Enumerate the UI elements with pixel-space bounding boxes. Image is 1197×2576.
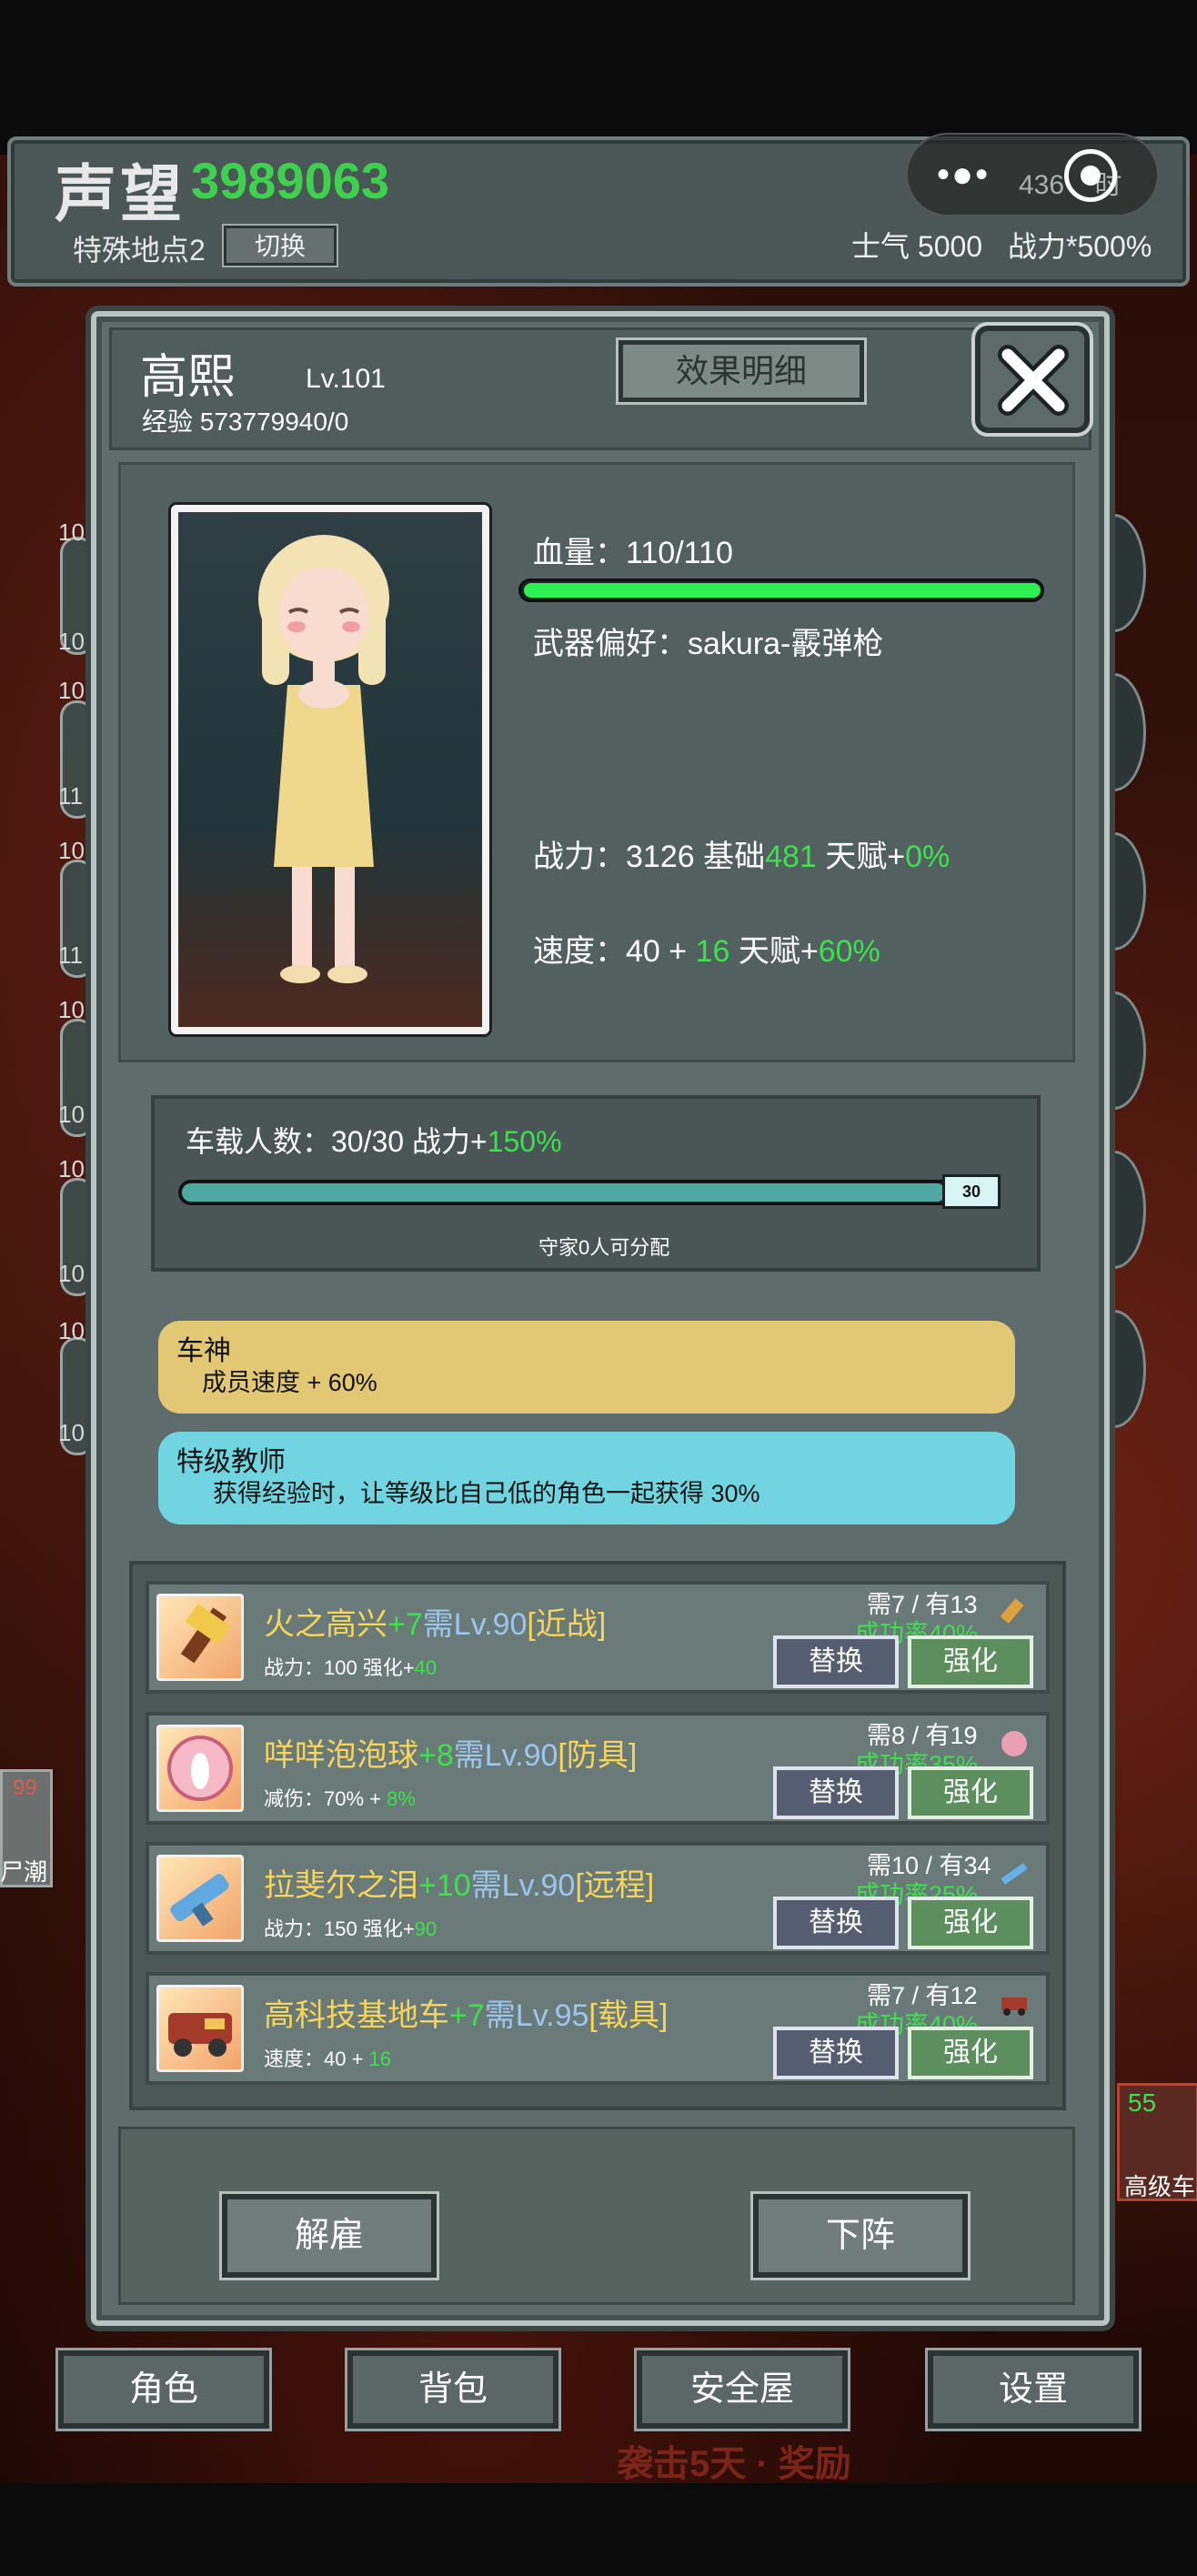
home-guard-note: 守家0人可分配	[538, 1236, 670, 1259]
equipment-name: 咩咩泡泡球+8需Lv.90[防具]	[264, 1738, 638, 1773]
prestige-value: 3989063	[191, 152, 390, 209]
equipment-stat: 战力：100 强化+40	[264, 1656, 438, 1679]
remove-from-team-button[interactable]: 下阵	[750, 2191, 971, 2280]
hammer-icon	[156, 1594, 244, 1681]
hp-bar-fill	[524, 583, 1041, 598]
side-level: 10	[58, 677, 85, 704]
equipment-stat: 战力：150 强化+90	[264, 1917, 438, 1940]
upgrade-button[interactable]: 强化	[908, 1766, 1033, 1819]
side-level: 10	[58, 996, 85, 1023]
vehicle-card-label: 高级车	[1124, 2173, 1196, 2200]
power-multiplier: 战力*500%	[1008, 230, 1152, 263]
raid-reward-banner[interactable]: 袭击5天 · 奖励	[617, 2434, 851, 2487]
side-level: 11	[58, 941, 83, 969]
hero-portrait	[171, 505, 489, 1034]
horde-count: 99	[13, 1776, 37, 1800]
close-miniprogram-icon[interactable]	[1064, 149, 1117, 202]
effect-detail-button[interactable]: 效果明细	[616, 337, 867, 405]
upgrade-button[interactable]: 强化	[908, 2027, 1033, 2079]
skill-card: 特级教师 获得经验时，让等级比自己低的角色一起获得 30%	[158, 1432, 1015, 1524]
close-icon	[998, 345, 1069, 416]
side-level: 10	[58, 1419, 85, 1446]
skill-description: 获得经验时，让等级比自己低的角色一起获得 30%	[213, 1480, 760, 1507]
side-level: 10	[58, 837, 85, 864]
tab-backpack[interactable]: 背包	[345, 2348, 561, 2431]
equipment-name: 火之高兴+7需Lv.90[近战]	[264, 1607, 607, 1642]
location-label: 特殊地点2	[73, 234, 206, 267]
base-vehicle-icon	[999, 1988, 1030, 2019]
replace-button[interactable]: 替换	[773, 1635, 899, 1688]
equipment-name: 拉斐尔之泪+10需Lv.90[远程]	[264, 1868, 655, 1903]
equipment-name: 高科技基地车+7需Lv.95[载具]	[264, 1998, 669, 2033]
side-level: 10	[58, 1101, 85, 1128]
upgrade-button[interactable]: 强化	[908, 1897, 1033, 1949]
switch-location-button[interactable]: 切换	[222, 224, 338, 267]
side-level: 10	[58, 518, 85, 546]
power-stat: 战力：3126 基础481 天赋+0%	[533, 840, 951, 874]
tab-safehouse[interactable]: 安全屋	[634, 2348, 850, 2431]
blaster-icon	[156, 1855, 244, 1942]
replace-button[interactable]: 替换	[773, 1766, 899, 1819]
side-level: 10	[58, 628, 85, 655]
vehicle-capacity-label: 车载人数：30/30 战力+150%	[186, 1125, 562, 1158]
capacity-slider-fill	[182, 1183, 946, 1202]
side-level: 11	[58, 782, 83, 810]
character-image	[258, 535, 389, 983]
bubble-ball-icon	[156, 1725, 244, 1812]
hammer-icon	[999, 1597, 1030, 1628]
hero-level: Lv.101	[306, 364, 386, 394]
speed-stat: 速度：40 + 16 天赋+60%	[533, 934, 880, 969]
hero-exp: 经验 573779940/0	[142, 408, 349, 436]
capacity-slider-handle[interactable]: 30	[942, 1174, 1001, 1209]
morale-value: 士气 5000	[851, 230, 983, 263]
tab-settings[interactable]: 设置	[925, 2348, 1142, 2431]
more-icon[interactable]: •●•	[937, 155, 990, 196]
equipment-stat: 速度：40 + 16	[264, 2048, 392, 2070]
side-level: 10	[58, 1155, 85, 1182]
replace-button[interactable]: 替换	[773, 1897, 899, 1949]
close-button[interactable]	[971, 322, 1093, 437]
equipment-stat: 减伤：70% + 8%	[264, 1787, 416, 1810]
horde-label: 尸潮	[0, 1858, 48, 1886]
side-level: 10	[58, 1260, 85, 1287]
weapon-preference: 武器偏好：sakura-霰弹枪	[533, 627, 884, 661]
blaster-icon	[999, 1858, 1030, 1889]
tab-character[interactable]: 角色	[55, 2348, 272, 2431]
skill-description: 成员速度 + 60%	[202, 1369, 377, 1396]
vehicle-card-count: 55	[1128, 2088, 1157, 2117]
base-vehicle-icon	[156, 1985, 244, 2072]
replace-button[interactable]: 替换	[773, 2027, 899, 2079]
hero-name: 高熙	[140, 351, 236, 404]
skill-card: 车神 成员速度 + 60%	[158, 1321, 1015, 1414]
hp-label: 血量：110/110	[533, 536, 733, 570]
bubble-ball-icon	[999, 1728, 1030, 1759]
side-level: 10	[58, 1317, 85, 1344]
upgrade-button[interactable]: 强化	[908, 1635, 1033, 1688]
prestige-label: 声望	[55, 160, 186, 229]
dismiss-button[interactable]: 解雇	[219, 2191, 439, 2280]
